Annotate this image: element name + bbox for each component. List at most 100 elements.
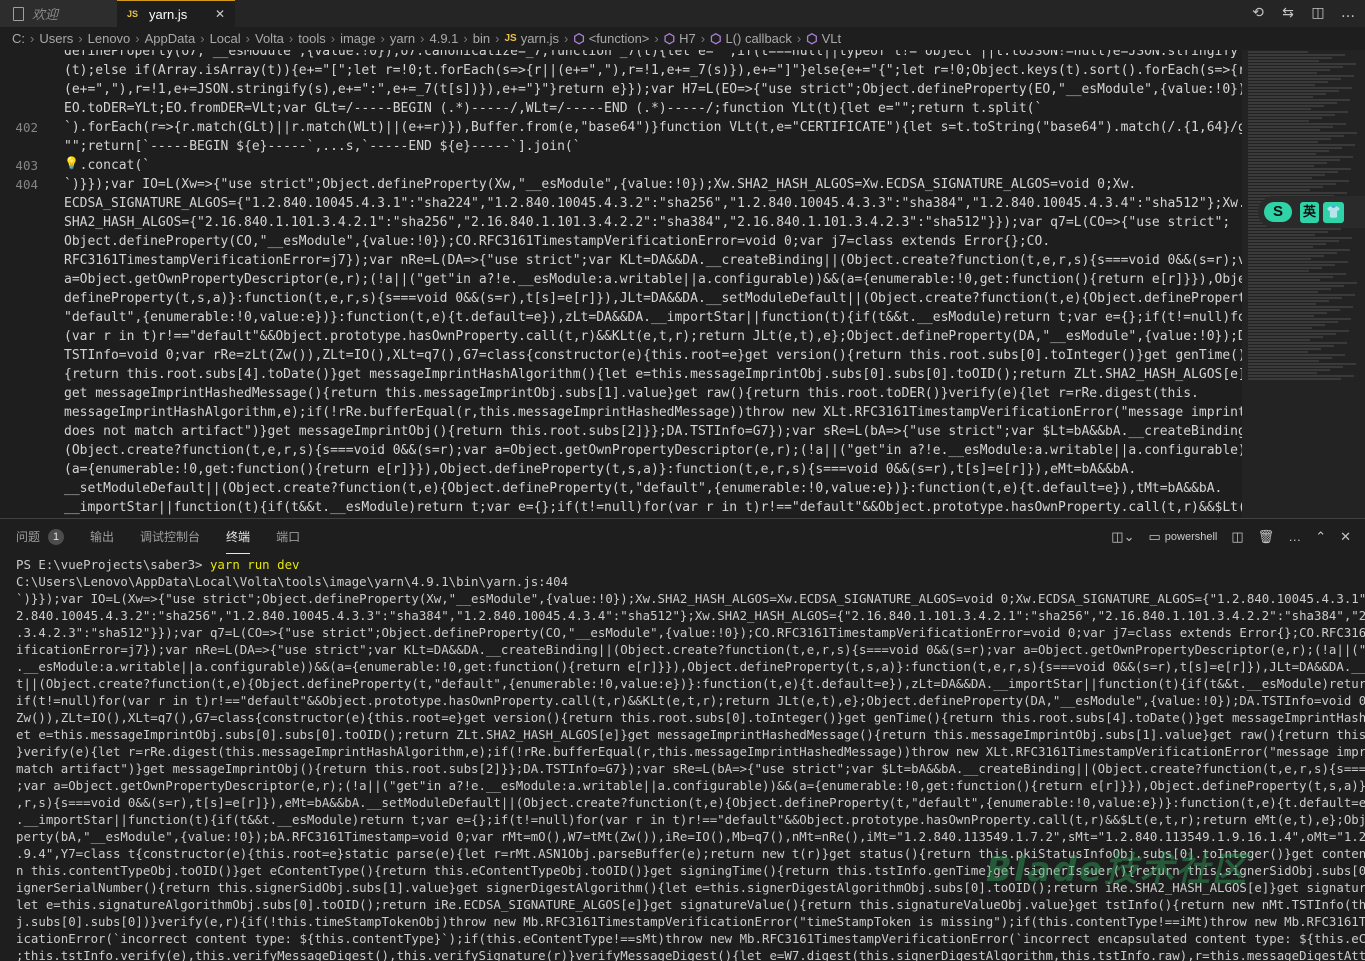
- minimap-line: [1248, 276, 1333, 278]
- tab-terminal[interactable]: 终端: [226, 519, 251, 554]
- code-editor[interactable]: 402 403 404 defineProperty(o7,"__esModul…: [0, 50, 1365, 518]
- minimap-line: [1248, 324, 1325, 326]
- chevron-right-icon: ›: [700, 31, 706, 46]
- minimap-line: [1248, 336, 1323, 338]
- tab-output[interactable]: 输出: [90, 519, 114, 554]
- new-terminal-split-icon[interactable]: ◫⌄: [1111, 529, 1134, 545]
- minimap-line: [1248, 321, 1338, 323]
- minimap-line: [1248, 330, 1349, 332]
- terminal-line: let e=this.signatureAlgorithmObj.subs[0]…: [16, 897, 1365, 912]
- close-icon[interactable]: ✕: [215, 7, 225, 21]
- breadcrumb-item[interactable]: Volta: [255, 31, 284, 46]
- minimap-line: [1248, 129, 1320, 131]
- minimap-line: [1248, 318, 1351, 320]
- minimap-line: [1248, 141, 1318, 143]
- breadcrumb-item[interactable]: Lenovo: [88, 31, 131, 46]
- code-line: SHA2_HASH_ALGOS={"2.16.840.1.101.3.4.2.1…: [64, 215, 1231, 230]
- chevron-right-icon: ›: [380, 31, 385, 46]
- trash-icon[interactable]: 🗑: [1258, 529, 1275, 545]
- terminal-line: .__esModule:a.writable||a.configurable))…: [16, 659, 1365, 674]
- compare-changes-icon[interactable]: ⇆: [1279, 4, 1297, 22]
- split-editor-icon[interactable]: ◫: [1309, 4, 1327, 22]
- breadcrumb-symbol[interactable]: ⬡ L() callback: [710, 31, 792, 47]
- tab-label: yarn.js: [149, 6, 188, 22]
- code-line: (a={enumerable:!0,get:function(){return …: [64, 462, 1137, 477]
- terminal-line: t||(Object.create?function(t,e){Object.d…: [16, 676, 1365, 691]
- minimap-line: [1248, 351, 1308, 353]
- terminal-line: .3.4.2.3":"sha512"}});var q7=L(CO=>{"use…: [16, 625, 1365, 640]
- minimap-line: [1248, 54, 1345, 56]
- code-content[interactable]: defineProperty(o7,"__esModule",{value:!0…: [64, 50, 1277, 517]
- minimap-line: [1248, 159, 1340, 161]
- more-actions-icon[interactable]: …: [1288, 529, 1301, 544]
- code-line: (t);else if(Array.isArray(t)){e+="[";let…: [64, 63, 1262, 78]
- breadcrumb-item[interactable]: C:: [12, 31, 25, 46]
- minimap-line: [1248, 246, 1313, 248]
- variable-symbol-icon: ⬡: [663, 30, 676, 46]
- close-icon[interactable]: ✕: [1340, 529, 1351, 545]
- breadcrumb-item[interactable]: JS yarn.js: [504, 31, 559, 46]
- tab-label: 欢迎: [32, 7, 59, 22]
- breadcrumb-item[interactable]: image: [340, 31, 375, 46]
- input-method-toolbar[interactable]: S 英 👕: [1258, 196, 1365, 228]
- breadcrumb-item[interactable]: tools: [298, 31, 325, 46]
- minimap-line: [1248, 366, 1343, 368]
- breadcrumb-item[interactable]: Users: [39, 31, 73, 46]
- skin-icon[interactable]: 👕: [1323, 201, 1344, 223]
- minimap-line: [1248, 228, 1341, 230]
- breadcrumb-item[interactable]: bin: [473, 31, 490, 46]
- lightbulb-icon[interactable]: 💡: [64, 156, 79, 170]
- code-line: `).forEach(r=>{r.match(GLt)||r.match(WLt…: [64, 120, 1270, 135]
- minimap-line: [1248, 378, 1341, 380]
- minimap-line: [1248, 117, 1322, 119]
- breadcrumb-item[interactable]: 4.9.1: [429, 31, 458, 46]
- more-actions-icon[interactable]: …: [1339, 4, 1357, 22]
- editor-tab-bar: 欢迎 JS yarn.js ✕ ⟲ ⇆ ◫ …: [0, 0, 1365, 27]
- minimap-line: [1248, 300, 1329, 302]
- ime-language-mode[interactable]: 英: [1300, 201, 1320, 223]
- breadcrumb-item[interactable]: Local: [210, 31, 241, 46]
- terminal-line: ;var a=Object.getOwnPropertyDescriptor(e…: [16, 778, 1365, 793]
- tab-label: 端口: [276, 530, 301, 544]
- terminal-selector[interactable]: ▭ powershell: [1148, 529, 1217, 545]
- minimap-line: [1248, 66, 1343, 68]
- maximize-panel-icon[interactable]: ⌃: [1315, 529, 1326, 545]
- tab-welcome[interactable]: 欢迎: [0, 0, 117, 27]
- split-terminal-icon[interactable]: ◫: [1231, 529, 1243, 545]
- minimap-line: [1248, 147, 1342, 149]
- tab-label: 调试控制台: [140, 530, 201, 544]
- minimap-line: [1248, 231, 1328, 233]
- terminal-line: C:\Users\Lenovo\AppData\Local\Volta\tool…: [16, 574, 569, 589]
- code-line: defineProperty(o7,"__esModule",{value:!0…: [64, 50, 1238, 59]
- document-icon: [10, 6, 26, 22]
- watermark-text: Blade技术社区: [986, 850, 1248, 890]
- minimap-line: [1248, 342, 1347, 344]
- line-number: 404: [15, 177, 38, 192]
- minimap-line: [1248, 234, 1315, 236]
- editor-actions: ⟲ ⇆ ◫ …: [1249, 4, 1357, 22]
- line-number: 402: [15, 120, 38, 135]
- breadcrumb-item[interactable]: AppData: [145, 31, 196, 46]
- minimap-line: [1248, 84, 1315, 86]
- terminal-lines: C:\Users\Lenovo\AppData\Local\Volta\tool…: [16, 573, 1365, 961]
- js-file-icon: JS: [504, 33, 517, 44]
- breadcrumb-item[interactable]: yarn: [390, 31, 415, 46]
- breadcrumb-symbol[interactable]: ⬡ H7: [664, 31, 696, 47]
- minimap-line: [1248, 243, 1326, 245]
- minimap-line: [1248, 150, 1329, 152]
- tab-debug-console[interactable]: 调试控制台: [140, 519, 200, 554]
- code-line: ECDSA_SIGNATURE_ALGOS={"1.2.840.10045.4.…: [64, 196, 1246, 211]
- terminal-output[interactable]: PS E:\vueProjects\saber3> yarn run dev C…: [0, 556, 1365, 961]
- breadcrumb-symbol[interactable]: ⬡ <function>: [573, 31, 649, 47]
- tab-ports[interactable]: 端口: [276, 519, 300, 554]
- minimap-line: [1248, 345, 1334, 347]
- minimap[interactable]: [1242, 50, 1365, 518]
- minimap-line: [1248, 354, 1345, 356]
- terminal-line: match artifact")}get messageImprintObj()…: [16, 761, 1365, 776]
- tab-yarn-js[interactable]: JS yarn.js ✕: [117, 0, 235, 27]
- ime-logo: S: [1264, 202, 1292, 222]
- tab-problems[interactable]: 问题 1: [16, 519, 65, 554]
- history-icon[interactable]: ⟲: [1249, 4, 1267, 22]
- minimap-line: [1248, 75, 1354, 77]
- breadcrumb-symbol[interactable]: ⬡ VLt: [806, 31, 841, 47]
